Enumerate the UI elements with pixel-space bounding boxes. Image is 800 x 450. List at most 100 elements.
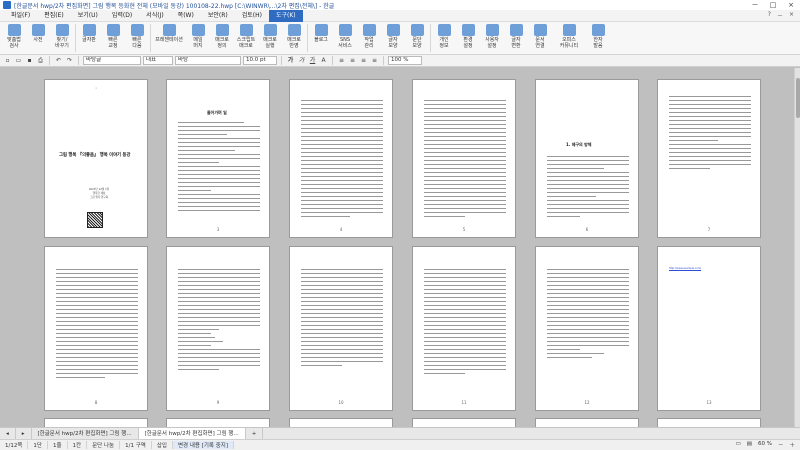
page-10[interactable]: 10 (289, 246, 393, 411)
quick-correct-button[interactable]: 빠른 교정 (101, 22, 125, 49)
scroll-thumb[interactable] (796, 78, 800, 118)
font-color-icon[interactable]: A (319, 56, 328, 65)
page-6[interactable]: 1. 제구의 방체 6 (535, 79, 639, 238)
new-tab-button[interactable]: + (246, 427, 264, 440)
environment-button[interactable]: 환경 설정 (456, 22, 480, 49)
align-right-icon[interactable]: ≡ (370, 56, 379, 65)
menu-insert[interactable]: 입력(D) (105, 10, 139, 22)
page-12[interactable]: 12 (535, 246, 639, 411)
page-7[interactable]: 7 (657, 79, 761, 238)
italic-icon[interactable]: 가 (297, 56, 306, 65)
presentation-icon (162, 24, 176, 36)
maximize-button[interactable]: □ (764, 1, 782, 9)
task-manage-button[interactable]: 작업 관리 (357, 22, 381, 49)
presentation-button[interactable]: 프레젠테이션 (152, 22, 186, 43)
minimize-button[interactable]: － (746, 0, 764, 10)
menu-page[interactable]: 쪽(W) (171, 10, 201, 22)
status-track-changes[interactable]: 변경 내용 [기록 중지] (172, 441, 234, 449)
macro-define-button[interactable]: 매크로 정의 (210, 22, 234, 49)
convert-icon (509, 24, 523, 36)
dictionary-button[interactable]: 사전 (26, 22, 50, 43)
document-tab-active[interactable]: [한글문서 hwp/2차 편집화면] 그림 행... (138, 427, 246, 440)
menu-view[interactable]: 보기(U) (71, 10, 105, 22)
ribbon-separator (75, 24, 76, 52)
page-4[interactable]: 4 (289, 79, 393, 238)
spellcheck-button[interactable]: 맞춤법 검사 (2, 22, 26, 49)
undo-icon[interactable]: ↶ (54, 56, 63, 65)
menu-tools[interactable]: 도구(K) (268, 9, 303, 22)
help-icon[interactable]: ? (768, 11, 771, 20)
redo-icon[interactable]: ↷ (65, 56, 74, 65)
align-justify-icon[interactable]: ≡ (337, 56, 346, 65)
mail-merge-button[interactable]: 메일 머지 (186, 22, 210, 49)
align-left-icon[interactable]: ≡ (348, 56, 357, 65)
page-13[interactable]: http://www.example.com/ 13 (657, 246, 761, 411)
language-select[interactable]: 대표 (143, 56, 173, 65)
tab-nav-next[interactable]: ▸ (16, 427, 32, 440)
doc-link-button[interactable]: 문서 연결 (528, 22, 552, 49)
zoom-in-icon[interactable]: ＋ (789, 441, 795, 449)
menu-file[interactable]: 파일(F) (4, 10, 37, 22)
page-partial[interactable] (657, 418, 761, 427)
page-5[interactable]: 5 (412, 79, 516, 238)
char-convert-button[interactable]: 글자 변환 (504, 22, 528, 49)
font-select[interactable]: 바탕 (175, 56, 241, 65)
macro-run-button[interactable]: 매크로 실행 (258, 22, 282, 49)
document-tab[interactable]: [한글문서 hwp/2차 편집화면] 그림 행... (32, 427, 139, 440)
page-cover[interactable]: i 그림 행복 『의좋음』 행복 이야기 동강 2023년 12월 1일 행복한… (44, 79, 148, 238)
print-icon[interactable]: ⎙ (36, 56, 45, 65)
underline-icon[interactable]: 가 (308, 56, 317, 65)
personal-info-button[interactable]: 개인 정보 (432, 22, 456, 49)
status-page[interactable]: 1/12쪽 (0, 441, 29, 449)
align-center-icon[interactable]: ≡ (359, 56, 368, 65)
page-partial[interactable] (535, 418, 639, 427)
sns-button[interactable]: SNS 서비스 (333, 22, 357, 49)
hwp-app-icon[interactable] (3, 1, 11, 9)
page-partial[interactable] (412, 418, 516, 427)
char-shape-button[interactable]: 글자 모양 (381, 22, 405, 49)
status-mode[interactable]: 삽입 (152, 441, 173, 449)
style-select[interactable]: 바탕글 (83, 56, 141, 65)
user-settings-button[interactable]: 사용자 설정 (480, 22, 504, 49)
view-normal-icon[interactable]: ▭ (736, 441, 741, 449)
zoom-level[interactable]: 60 % (758, 441, 772, 449)
ribbon-minimize-icon[interactable]: － (777, 11, 783, 20)
view-page-icon[interactable]: ▤ (747, 441, 752, 449)
font-size-select[interactable]: 10.0 pt (243, 56, 277, 65)
find-replace-button[interactable]: 찾기/ 바꾸기 (50, 22, 74, 49)
bold-icon[interactable]: 가 (286, 56, 295, 65)
menu-edit[interactable]: 편집(E) (37, 10, 71, 22)
doc-close-icon[interactable]: × (789, 11, 794, 20)
menu-review[interactable]: 검토(H) (235, 10, 269, 22)
menu-format[interactable]: 서식(J) (139, 10, 171, 22)
para-shape-button[interactable]: 문단 모양 (405, 22, 429, 49)
user-settings-icon (485, 24, 499, 36)
close-button[interactable]: × (782, 1, 800, 9)
page-11[interactable]: 11 (412, 246, 516, 411)
tab-nav-prev[interactable]: ◂ (0, 427, 16, 440)
save-icon[interactable]: ▪ (25, 56, 34, 65)
page-9[interactable]: 9 (166, 246, 270, 411)
hyperlink[interactable]: http://www.example.com/ (669, 267, 701, 270)
keyboard-button[interactable]: 글자판 (77, 22, 101, 43)
page-partial[interactable] (166, 418, 270, 427)
vertical-scrollbar[interactable] (794, 68, 800, 427)
hanja-reading-button[interactable]: 한자 발음 (586, 22, 610, 49)
new-doc-icon[interactable]: ▫ (3, 56, 12, 65)
page-3[interactable]: 들어가며 일 3 (166, 79, 270, 238)
menu-security[interactable]: 보안(R) (201, 10, 235, 22)
zoom-out-icon[interactable]: － (778, 441, 784, 449)
status-line: 1줄 (48, 441, 68, 449)
open-icon[interactable]: ▭ (14, 56, 23, 65)
office-community-button[interactable]: 오피스 커뮤니티 (552, 22, 586, 49)
blog-button[interactable]: 블로그 (309, 22, 333, 43)
script-macro-button[interactable]: 스크립트 매크로 (234, 22, 258, 49)
zoom-select[interactable]: 100 % (388, 56, 422, 65)
page-8[interactable]: 8 (44, 246, 148, 411)
page-partial[interactable] (44, 418, 148, 427)
quick-next-button[interactable]: 빠른 다음 (125, 22, 149, 49)
status-right-tools: ▭ ▤ 60 % － ＋ (736, 441, 800, 449)
macro-apply-button[interactable]: 매크로 반영 (282, 22, 306, 49)
page-partial[interactable] (289, 418, 393, 427)
document-area[interactable]: i 그림 행복 『의좋음』 행복 이야기 동강 2023년 12월 1일 행복한… (0, 68, 800, 427)
